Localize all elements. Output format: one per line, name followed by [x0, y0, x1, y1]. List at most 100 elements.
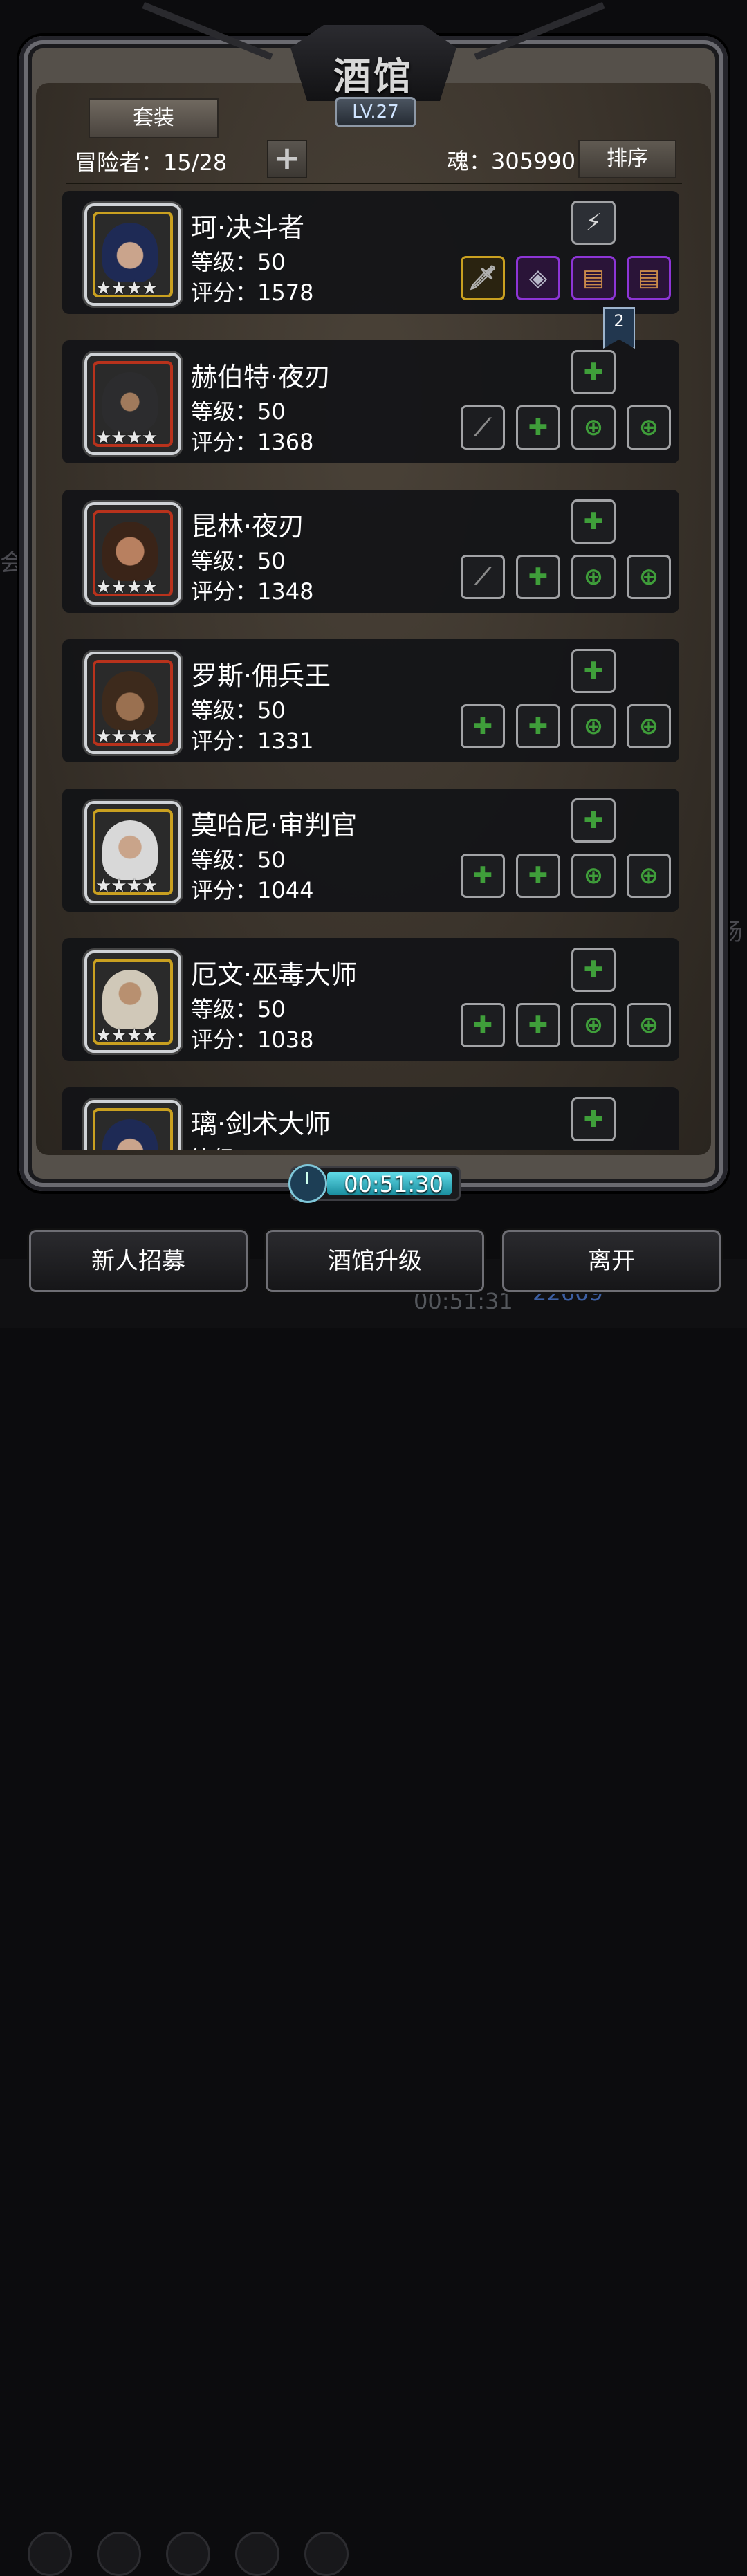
add-accessory-icon: ⊕ — [638, 1011, 659, 1039]
hero-portrait[interactable]: ★★★★ — [84, 502, 181, 605]
add-accessory-icon: ⊕ — [638, 712, 659, 740]
weapon-slot[interactable]: ⟋ — [461, 405, 505, 450]
accessory-slot[interactable]: ⊕ — [571, 704, 616, 748]
hero-portrait[interactable]: ★★★★ — [84, 1100, 181, 1150]
hero-name: 珂·决斗者 — [191, 212, 305, 243]
hero-score: 评分：1038 — [191, 1027, 314, 1053]
armor-slot[interactable]: ✚ — [516, 405, 560, 450]
scroll-icon: ▤ — [582, 264, 605, 292]
hero-portrait[interactable]: ★★★★ — [84, 353, 181, 455]
tavern-level-badge: LV.27 — [335, 97, 416, 127]
suit-button[interactable]: 套装 — [89, 98, 219, 138]
add-accessory-icon: ⊕ — [638, 414, 659, 441]
star-rating: ★★★★ — [95, 577, 158, 598]
page-title: 酒馆 — [333, 54, 414, 98]
empty-skill-icon: ✚ — [583, 657, 604, 685]
background-menu-icon — [304, 2532, 349, 2576]
weapon-slot[interactable]: ✚ — [461, 854, 505, 898]
hero-score: 评分：1578 — [191, 279, 314, 306]
skill-slot[interactable]: ✚ — [571, 948, 616, 992]
header-divider — [66, 183, 682, 184]
add-armor-icon: ✚ — [528, 862, 548, 890]
hero-name: 璃·剑术大师 — [191, 1109, 331, 1139]
star-rating: ★★★★ — [95, 1025, 158, 1046]
accessory-slot[interactable]: ⊕ — [627, 854, 671, 898]
accessory-slot[interactable]: ⊕ — [571, 405, 616, 450]
hero-portrait[interactable]: ★★★★ — [84, 950, 181, 1053]
hero-card[interactable]: ★★★★ 厄文·巫毒大师 等级：50 评分：1038 ✚ ✚ ✚ ⊕ ⊕ — [62, 938, 679, 1061]
accessory-slot[interactable]: ⊕ — [571, 555, 616, 599]
accessory-slot[interactable]: ⊕ — [627, 704, 671, 748]
accessory-slot[interactable]: ▤ — [627, 256, 671, 300]
sort-button[interactable]: 排序 — [578, 140, 676, 178]
armor-slot[interactable]: ✚ — [516, 1003, 560, 1047]
hero-card[interactable]: ★★★★ 璃·剑术大师 等级：49 ✚ — [62, 1087, 679, 1150]
add-armor-icon: ✚ — [528, 414, 548, 441]
adventurer-count: 冒险者：15/28 — [75, 149, 228, 176]
hero-avatar — [102, 522, 158, 581]
hero-portrait[interactable]: ★★★★ — [84, 801, 181, 903]
add-armor-icon: ✚ — [528, 1011, 548, 1039]
accessory-slot[interactable]: ⊕ — [627, 1003, 671, 1047]
accessory-slot[interactable]: ▤ — [571, 256, 616, 300]
hero-score: 评分：1348 — [191, 578, 314, 605]
add-accessory-icon: ⊕ — [638, 862, 659, 890]
skill-slot[interactable]: ✚ — [571, 649, 616, 693]
accessory-slot[interactable]: ⊕ — [571, 854, 616, 898]
add-accessory-icon: ⊕ — [583, 1011, 604, 1039]
background-menu-icon — [97, 2532, 141, 2576]
hero-level: 等级：50 — [191, 249, 286, 275]
clock-icon — [288, 1164, 327, 1203]
add-accessory-icon: ⊕ — [583, 862, 604, 890]
tavern-upgrade-button[interactable]: 酒馆升级 — [266, 1230, 484, 1292]
blade-icon: ⟋ — [474, 414, 491, 441]
hero-level: 等级：49 — [191, 1141, 286, 1150]
recruit-button[interactable]: 新人招募 — [29, 1230, 248, 1292]
add-weapon-icon: ✚ — [472, 712, 493, 740]
accessory-slot[interactable]: ⊕ — [627, 405, 671, 450]
accessory-slot[interactable]: ⊕ — [571, 1003, 616, 1047]
hero-card[interactable]: 2 ★★★★ 赫伯特·夜刃 等级：50 评分：1368 ✚ ⟋ ✚ ⊕ ⊕ — [62, 307, 679, 463]
hero-score: 评分：1331 — [191, 728, 314, 754]
armor-slot[interactable]: ✚ — [516, 704, 560, 748]
skill-slot[interactable]: ✚ — [571, 1097, 616, 1141]
soul-count: 魂：305990 — [447, 148, 576, 174]
hero-portrait[interactable]: ★★★★ — [84, 203, 181, 306]
hero-avatar — [102, 223, 158, 282]
hero-card[interactable]: ★★★★ 罗斯·佣兵王 等级：50 评分：1331 ✚ ✚ ✚ ⊕ ⊕ — [62, 639, 679, 762]
add-weapon-icon: ✚ — [472, 1011, 493, 1039]
hero-avatar — [102, 970, 158, 1029]
scroll-icon: ▤ — [637, 264, 661, 292]
add-weapon-icon: ✚ — [472, 862, 493, 890]
hero-portrait[interactable]: ★★★★ — [84, 652, 181, 754]
armor-slot[interactable]: ✚ — [516, 555, 560, 599]
weapon-slot[interactable]: ✚ — [461, 1003, 505, 1047]
lightning-icon: ⚡ — [585, 209, 602, 237]
add-accessory-icon: ⊕ — [583, 414, 604, 441]
weapon-slot[interactable]: ⟋ — [461, 555, 505, 599]
weapon-slot[interactable]: ✚ — [461, 704, 505, 748]
accessory-slot[interactable]: ⊕ — [627, 555, 671, 599]
armor-slot[interactable]: ◈ — [516, 256, 560, 300]
hero-card[interactable]: ★★★★ 珂·决斗者 等级：50 评分：1578 ⚡ 🗡 ◈ ▤ ▤ — [62, 191, 679, 314]
hero-level: 等级：50 — [191, 548, 286, 574]
hero-avatar — [102, 372, 158, 432]
hero-score: 评分：1044 — [191, 877, 314, 903]
background-menu-icon — [235, 2532, 279, 2576]
armor-slot[interactable]: ✚ — [516, 854, 560, 898]
hero-list[interactable]: ★★★★ 珂·决斗者 等级：50 评分：1578 ⚡ 🗡 ◈ ▤ ▤ 2 ★★★… — [59, 187, 690, 1150]
refresh-timer: 00:51:30 — [288, 1164, 461, 1203]
hero-card[interactable]: ★★★★ 莫哈尼·审判官 等级：50 评分：1044 ✚ ✚ ✚ ⊕ ⊕ — [62, 789, 679, 912]
skill-slot[interactable]: ✚ — [571, 798, 616, 843]
skill-slot[interactable]: ⚡ — [571, 201, 616, 245]
skill-slot[interactable]: ✚ — [571, 350, 616, 394]
leave-button[interactable]: 离开 — [502, 1230, 721, 1292]
hero-score: 评分：1368 — [191, 429, 314, 455]
star-rating: ★★★★ — [95, 427, 158, 448]
empty-skill-icon: ✚ — [583, 956, 604, 984]
skill-slot[interactable]: ✚ — [571, 499, 616, 544]
plus-icon[interactable]: + — [267, 140, 307, 178]
weapon-slot[interactable]: 🗡 — [461, 256, 505, 300]
add-armor-icon: ✚ — [528, 563, 548, 591]
hero-card[interactable]: ★★★★ 昆林·夜刃 等级：50 评分：1348 ✚ ⟋ ✚ ⊕ ⊕ — [62, 490, 679, 613]
